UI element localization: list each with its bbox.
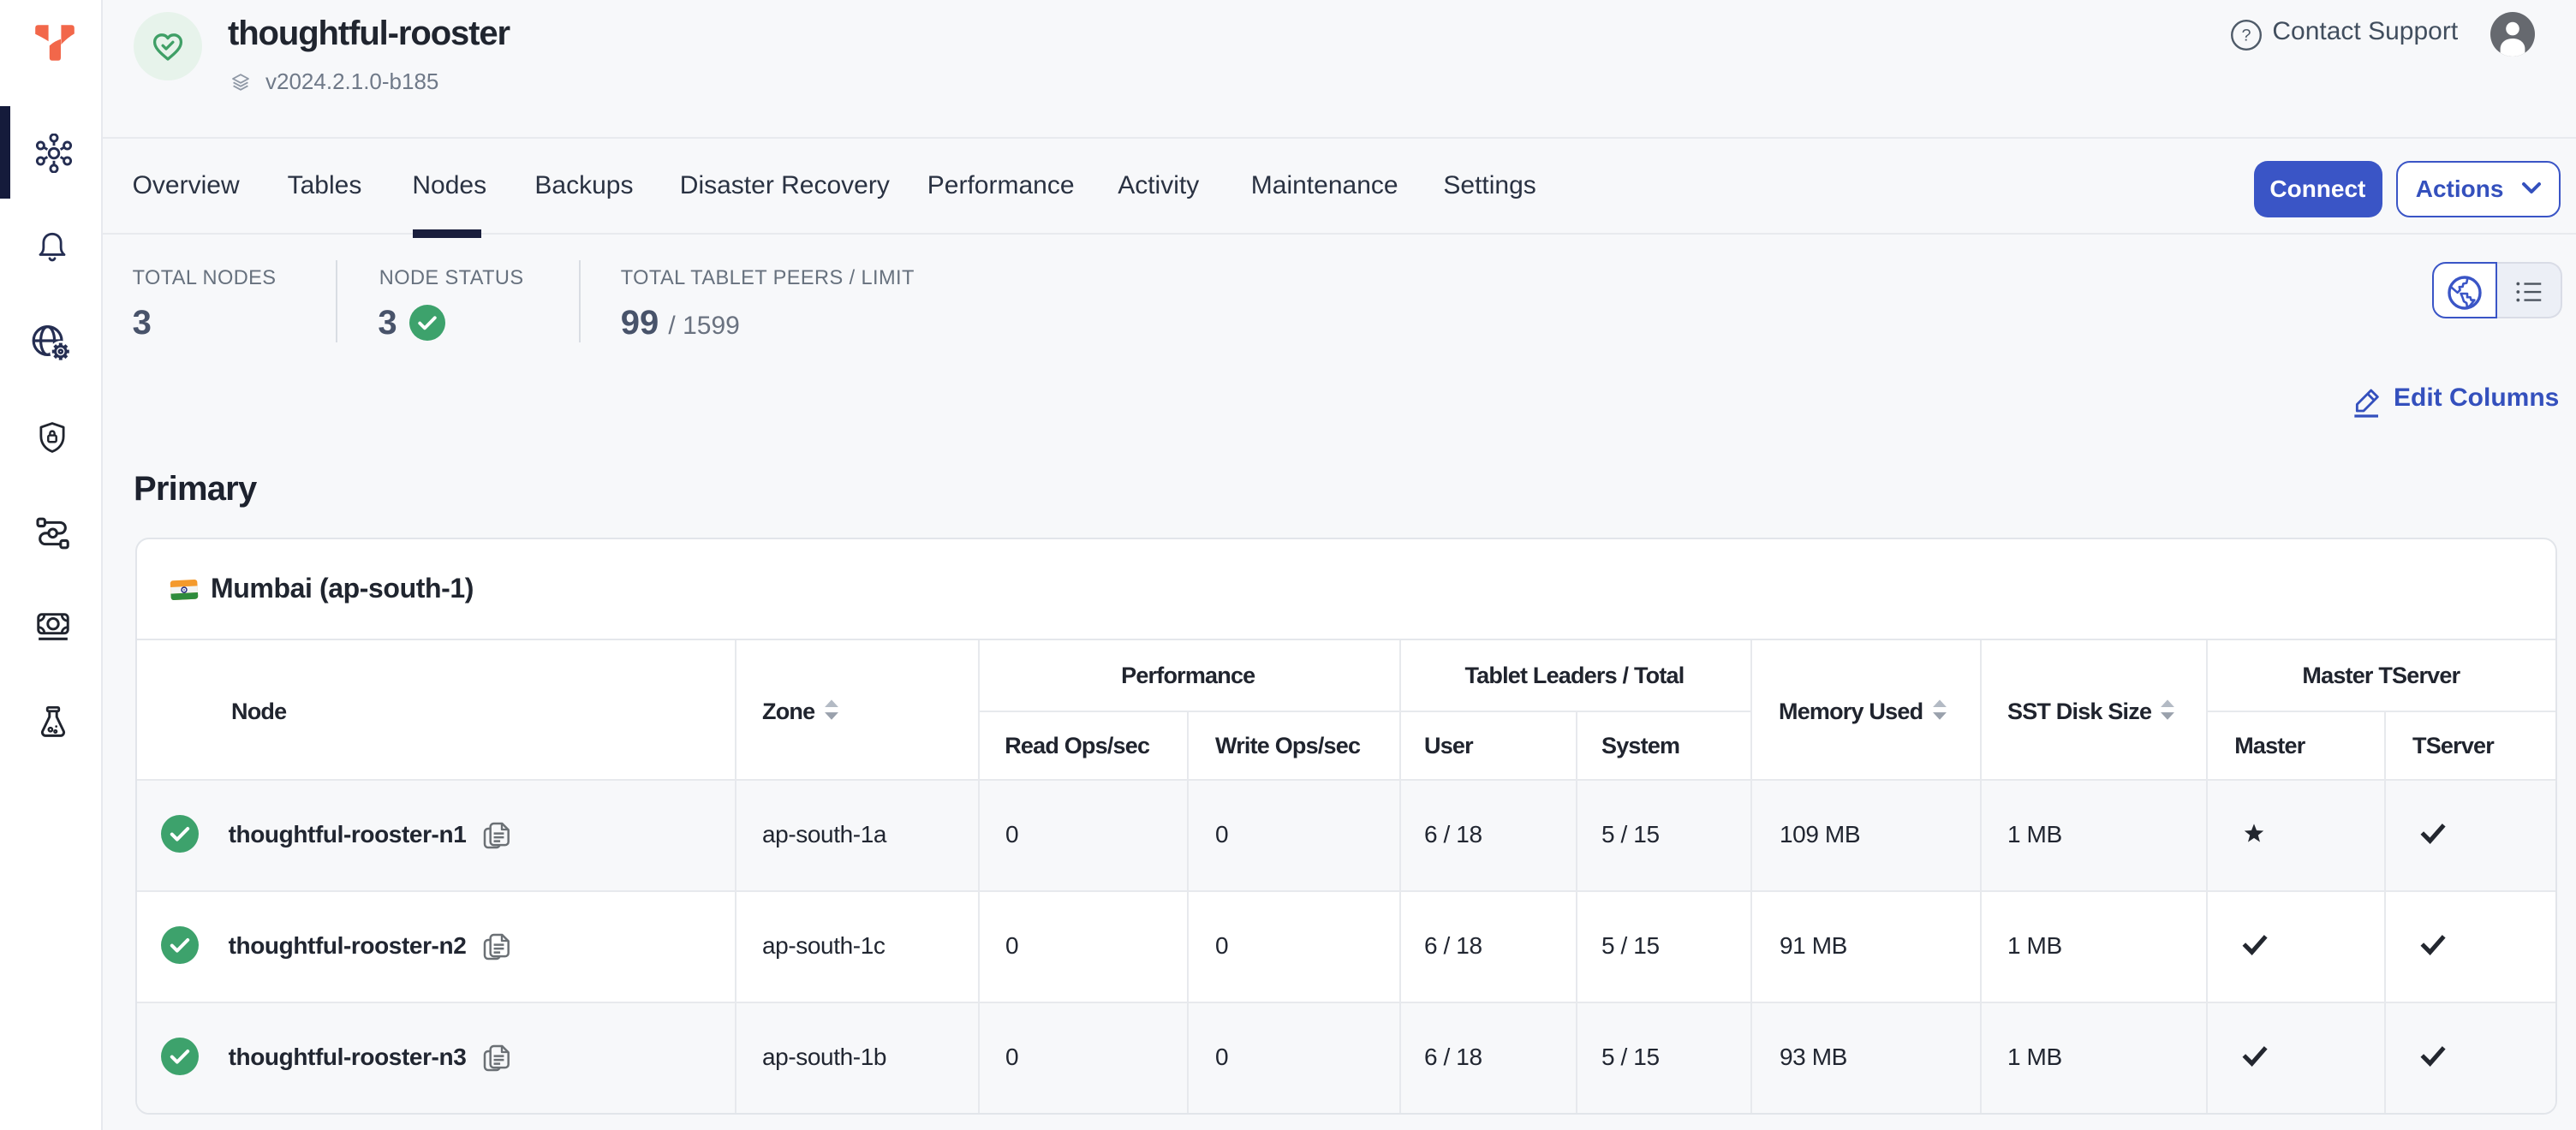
svg-text:?: ? <box>2241 27 2251 45</box>
